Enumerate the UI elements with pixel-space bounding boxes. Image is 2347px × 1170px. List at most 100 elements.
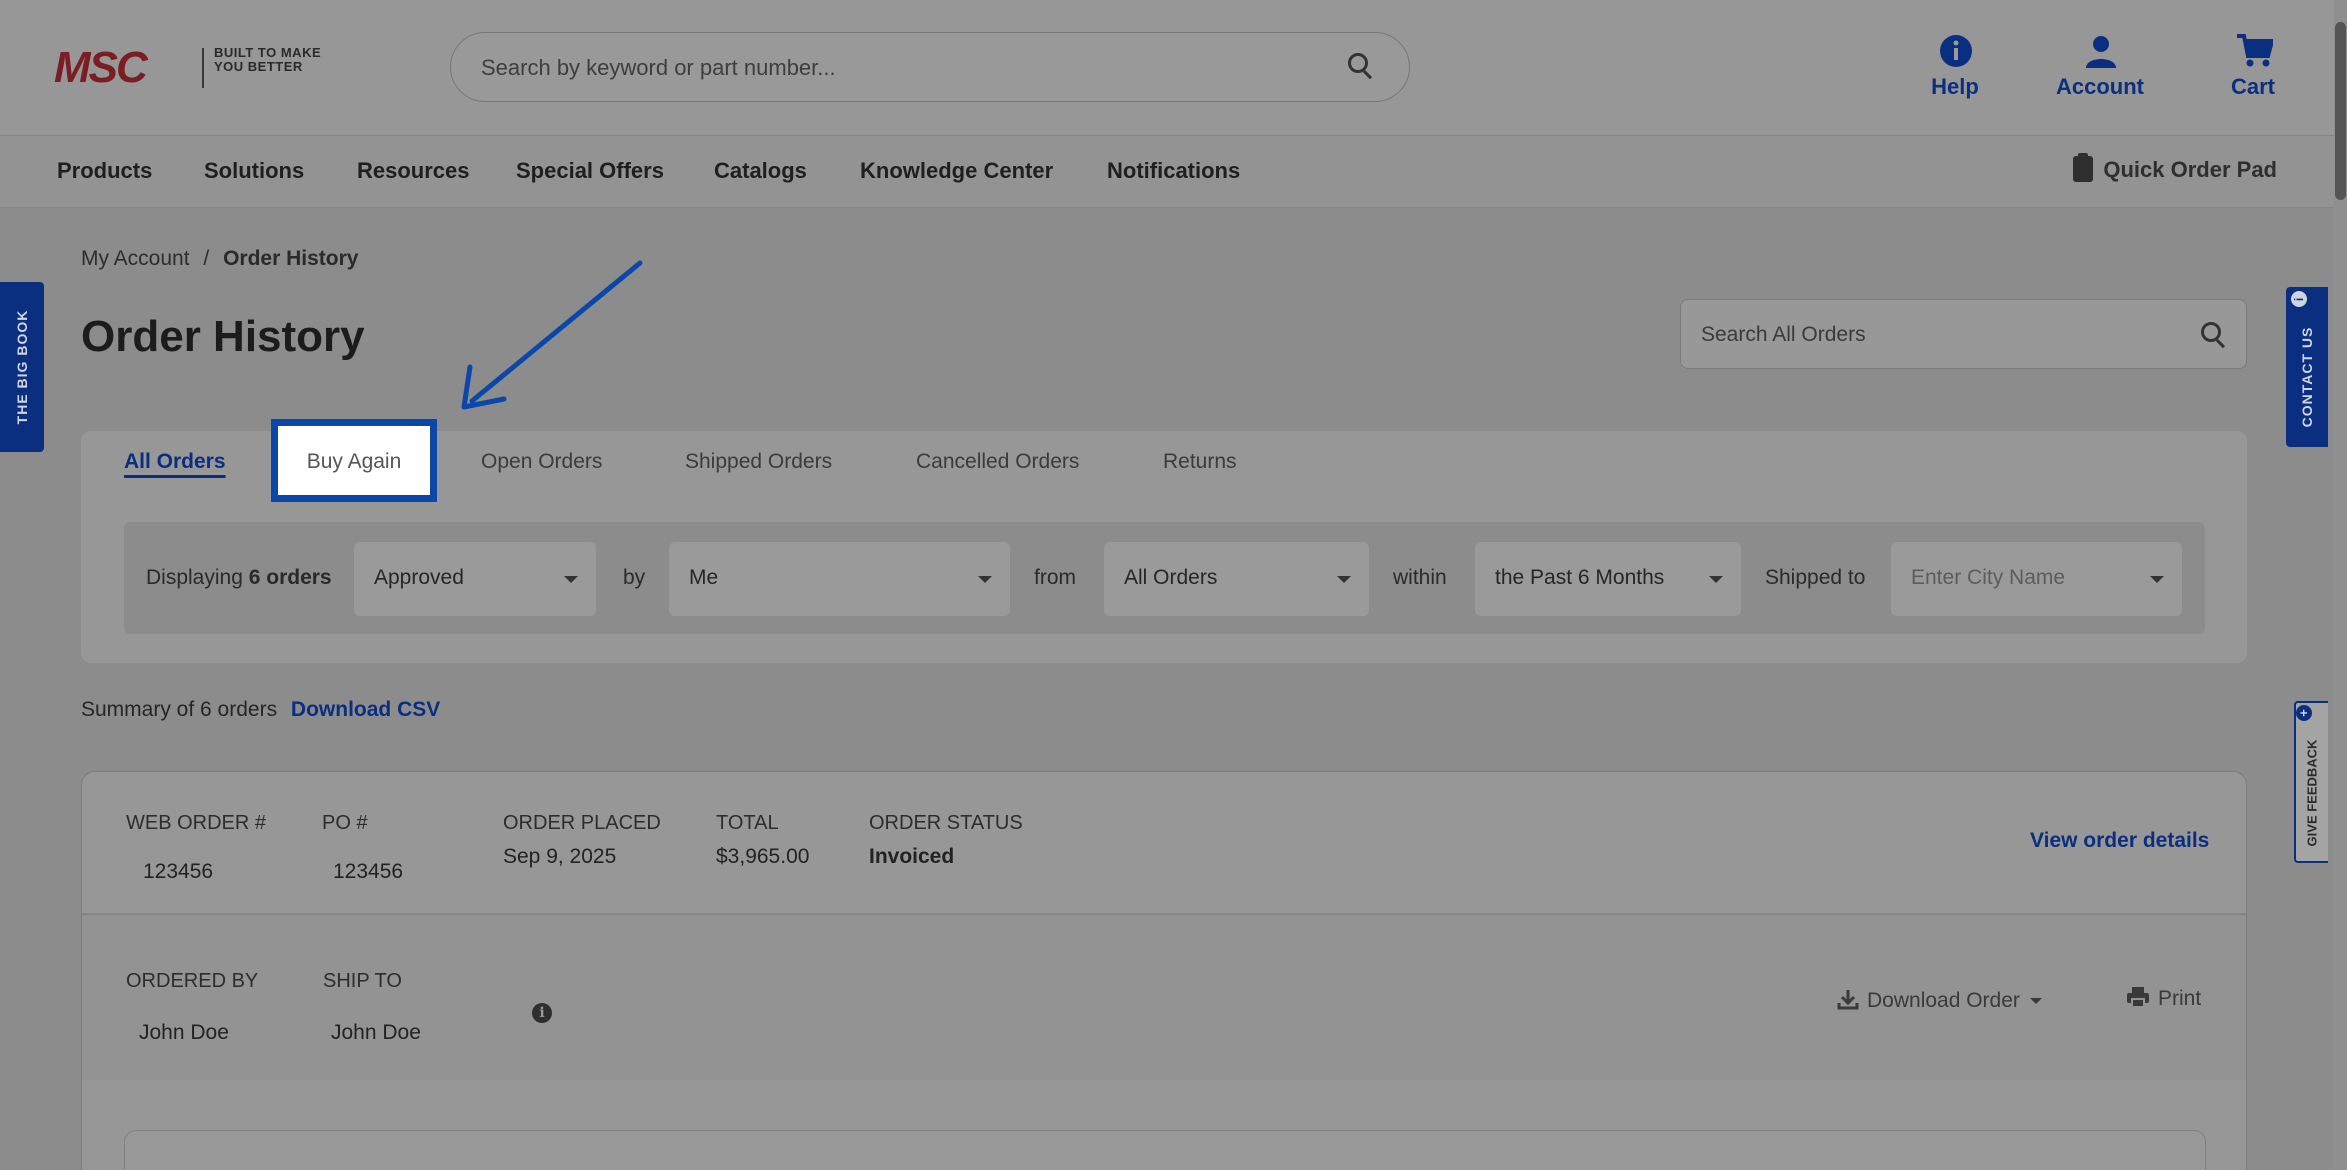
ordered-by-label: ORDERED BY bbox=[126, 970, 259, 992]
order-search-input[interactable] bbox=[1701, 318, 2181, 352]
order-card-divider bbox=[82, 913, 2246, 915]
big-book-tab[interactable]: THE BIG BOOK bbox=[0, 282, 44, 452]
contact-us-label: CONTACT US bbox=[2299, 326, 2315, 428]
site-search-bar[interactable] bbox=[450, 32, 1410, 102]
help-button[interactable]: Help bbox=[1895, 34, 2015, 114]
order-status-label: ORDER STATUS bbox=[869, 812, 1023, 834]
po-value: 123456 bbox=[333, 860, 404, 883]
msc-logo[interactable]: MSC Built to make you better bbox=[54, 44, 354, 92]
status-dropdown[interactable]: Approved bbox=[354, 542, 596, 616]
download-order-label: Download Order bbox=[1867, 989, 2020, 1012]
info-icon: i bbox=[2291, 291, 2307, 307]
print-label: Print bbox=[2158, 987, 2202, 1010]
clipboard-icon bbox=[2073, 153, 2094, 182]
tab-open-orders[interactable]: Open Orders bbox=[481, 450, 602, 474]
page-scrollbar-thumb[interactable] bbox=[2335, 22, 2346, 200]
nav-special-offers[interactable]: Special Offers bbox=[516, 158, 664, 184]
within-value: the Past 6 Months bbox=[1495, 566, 1665, 589]
order-search-icon[interactable] bbox=[2199, 320, 2229, 350]
order-placed-value: Sep 9, 2025 bbox=[503, 845, 617, 868]
logo-divider bbox=[202, 48, 204, 88]
contact-us-tab[interactable]: i CONTACT US bbox=[2286, 287, 2328, 447]
nav-catalogs[interactable]: Catalogs bbox=[714, 158, 807, 184]
download-icon bbox=[1837, 990, 1859, 1010]
displaying-count: Displaying 6 orders bbox=[146, 566, 332, 589]
page-title: Order History bbox=[81, 312, 365, 361]
chevron-down-icon bbox=[564, 576, 578, 583]
chevron-down-icon bbox=[1709, 576, 1723, 583]
order-status-value: Invoiced bbox=[869, 845, 955, 868]
breadcrumb: My Account / Order History bbox=[81, 247, 358, 271]
tab-cancelled-orders[interactable]: Cancelled Orders bbox=[916, 450, 1079, 474]
from-value: All Orders bbox=[1124, 566, 1218, 589]
download-csv-link[interactable]: Download CSV bbox=[291, 698, 440, 721]
city-placeholder: Enter City Name bbox=[1911, 566, 2066, 589]
by-value: Me bbox=[689, 566, 719, 589]
order-items-card bbox=[124, 1130, 2206, 1170]
from-dropdown[interactable]: All Orders bbox=[1104, 542, 1369, 616]
nav-notifications[interactable]: Notifications bbox=[1107, 158, 1240, 184]
orders-summary: Summary of 6 orders Download CSV bbox=[81, 698, 440, 722]
chevron-down-icon bbox=[1337, 576, 1351, 583]
user-icon bbox=[2086, 36, 2116, 68]
download-order-button[interactable]: Download Order bbox=[1837, 988, 2042, 1013]
order-placed-label: ORDER PLACED bbox=[503, 812, 661, 834]
nav-products[interactable]: Products bbox=[57, 158, 152, 184]
order-search-box[interactable] bbox=[1680, 299, 2247, 369]
summary-text: Summary of 6 orders bbox=[81, 698, 278, 721]
account-button[interactable]: Account bbox=[2040, 34, 2160, 114]
nav-solutions[interactable]: Solutions bbox=[204, 158, 304, 184]
cart-icon bbox=[2237, 34, 2273, 67]
quick-order-label: Quick Order Pad bbox=[2103, 157, 2277, 182]
main-nav: Products Solutions Resources Special Off… bbox=[0, 136, 2347, 208]
ordered-by-value: John Doe bbox=[139, 1021, 229, 1044]
logo-wordmark: MSC bbox=[54, 43, 148, 92]
po-label: PO # bbox=[322, 812, 368, 834]
shipped-to-label: Shipped to bbox=[1765, 566, 1866, 589]
by-label: by bbox=[623, 566, 646, 589]
from-label: from bbox=[1034, 566, 1076, 589]
city-dropdown[interactable]: Enter City Name bbox=[1891, 542, 2182, 616]
breadcrumb-separator: / bbox=[203, 247, 210, 270]
print-button[interactable]: Print bbox=[2126, 986, 2201, 1011]
ship-to-value: John Doe bbox=[331, 1021, 421, 1044]
within-dropdown[interactable]: the Past 6 Months bbox=[1475, 542, 1741, 616]
tab-returns[interactable]: Returns bbox=[1163, 450, 1237, 474]
help-info-icon bbox=[1940, 35, 1972, 67]
tab-shipped-orders[interactable]: Shipped Orders bbox=[685, 450, 832, 474]
breadcrumb-my-account[interactable]: My Account bbox=[81, 247, 190, 270]
help-label: Help bbox=[1931, 74, 1979, 99]
account-label: Account bbox=[2056, 74, 2144, 99]
big-book-label: THE BIG BOOK bbox=[14, 309, 30, 425]
ship-to-label: SHIP TO bbox=[323, 970, 402, 992]
web-order-value: 123456 bbox=[143, 860, 214, 883]
total-value: $3,965.00 bbox=[716, 845, 810, 868]
cart-label: Cart bbox=[2230, 74, 2275, 99]
nav-knowledge-center[interactable]: Knowledge Center bbox=[860, 158, 1053, 184]
within-label: within bbox=[1393, 566, 1447, 589]
tab-buy-again-label: Buy Again bbox=[306, 450, 402, 473]
plus-icon: + bbox=[2296, 705, 2312, 721]
give-feedback-tab[interactable]: + GIVE FEEDBACK bbox=[2294, 701, 2328, 863]
give-feedback-label: GIVE FEEDBACK bbox=[2304, 739, 2320, 847]
pointer-arrow-annotation bbox=[461, 260, 643, 410]
chevron-down-icon bbox=[2029, 998, 2042, 1004]
breadcrumb-current: Order History bbox=[223, 247, 359, 270]
quick-order-pad-link[interactable]: Quick Order Pad bbox=[2073, 153, 2277, 183]
tab-buy-again[interactable]: Buy Again bbox=[271, 419, 437, 502]
chevron-down-icon bbox=[978, 576, 992, 583]
printer-icon bbox=[2127, 987, 2149, 1008]
tab-all-orders[interactable]: All Orders bbox=[124, 450, 226, 474]
web-order-label: WEB ORDER # bbox=[126, 812, 267, 834]
ship-to-info-icon[interactable]: i bbox=[532, 1003, 552, 1023]
by-dropdown[interactable]: Me bbox=[669, 542, 1010, 616]
view-order-details-link[interactable]: View order details bbox=[2030, 829, 2209, 853]
total-label: TOTAL bbox=[716, 812, 779, 834]
logo-tagline: Built to make you better bbox=[214, 45, 322, 74]
cart-button[interactable]: Cart bbox=[2193, 34, 2313, 114]
status-value: Approved bbox=[374, 566, 464, 589]
site-search-input[interactable] bbox=[481, 51, 1341, 85]
search-icon[interactable] bbox=[1346, 51, 1376, 81]
chevron-down-icon bbox=[2150, 576, 2164, 583]
nav-resources[interactable]: Resources bbox=[357, 158, 470, 184]
